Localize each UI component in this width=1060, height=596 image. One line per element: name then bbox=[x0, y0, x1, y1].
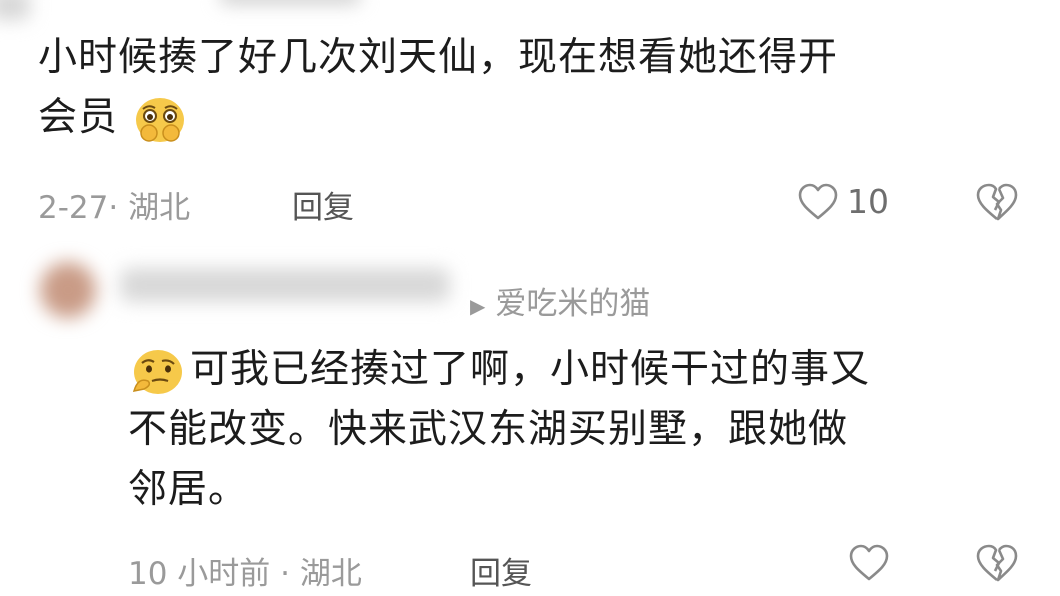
reply-like-button[interactable] bbox=[848, 544, 890, 582]
top-comment-line2: 会员 bbox=[38, 88, 1038, 148]
heart-icon bbox=[797, 183, 839, 221]
reply-comment-body: 可我已经揍过了啊，小时候干过的事又 不能改变。快来武汉东湖买别墅，跟她做 邻居。 bbox=[128, 340, 1048, 520]
top-reply-button[interactable]: 回复 bbox=[292, 182, 354, 227]
comment-location: 湖北 bbox=[128, 190, 191, 226]
top-comment-meta: 2-27· 湖北 bbox=[38, 182, 190, 227]
reply-comment-meta: 10 小时前 · 湖北 bbox=[128, 548, 362, 593]
meta-separator: · bbox=[280, 556, 291, 592]
meta-separator: · bbox=[108, 190, 119, 226]
like-count: 10 bbox=[847, 182, 889, 221]
reply-comment-line1: 可我已经揍过了啊，小时候干过的事又 bbox=[128, 340, 1048, 400]
blurred-reply-avatar bbox=[40, 262, 96, 318]
crying-hands-emoji-icon bbox=[131, 95, 189, 145]
reply-to-indicator: ▶ 爱吃米的猫 bbox=[470, 278, 650, 323]
comment-date: 2-27 bbox=[38, 190, 109, 226]
blurred-reply-username bbox=[120, 268, 450, 302]
top-comment-body: 小时候揍了好几次刘天仙，现在想看她还得开 会员 bbox=[38, 28, 1038, 148]
reply-to-username[interactable]: 爱吃米的猫 bbox=[495, 286, 650, 322]
reply-comment-line3: 邻居。 bbox=[128, 467, 249, 512]
reply-arrow-icon: ▶ bbox=[470, 293, 486, 318]
heart-icon bbox=[848, 544, 890, 582]
top-comment-line1: 小时候揍了好几次刘天仙，现在想看她还得开 bbox=[38, 35, 839, 80]
reply-time: 10 小时前 bbox=[128, 556, 271, 592]
dislike-button[interactable] bbox=[975, 182, 1019, 222]
reply-reply-button[interactable]: 回复 bbox=[470, 548, 532, 593]
reply-comment-line2: 不能改变。快来武汉东湖买别墅，跟她做 bbox=[128, 407, 849, 452]
broken-heart-icon bbox=[975, 543, 1019, 583]
blurred-header-text bbox=[220, 0, 360, 4]
like-button[interactable]: 10 bbox=[797, 182, 889, 221]
broken-heart-icon bbox=[975, 182, 1019, 222]
thinking-face-emoji-icon bbox=[128, 347, 186, 397]
blurred-avatar-top bbox=[0, 0, 30, 20]
reply-dislike-button[interactable] bbox=[975, 543, 1019, 583]
reply-location: 湖北 bbox=[299, 556, 362, 592]
